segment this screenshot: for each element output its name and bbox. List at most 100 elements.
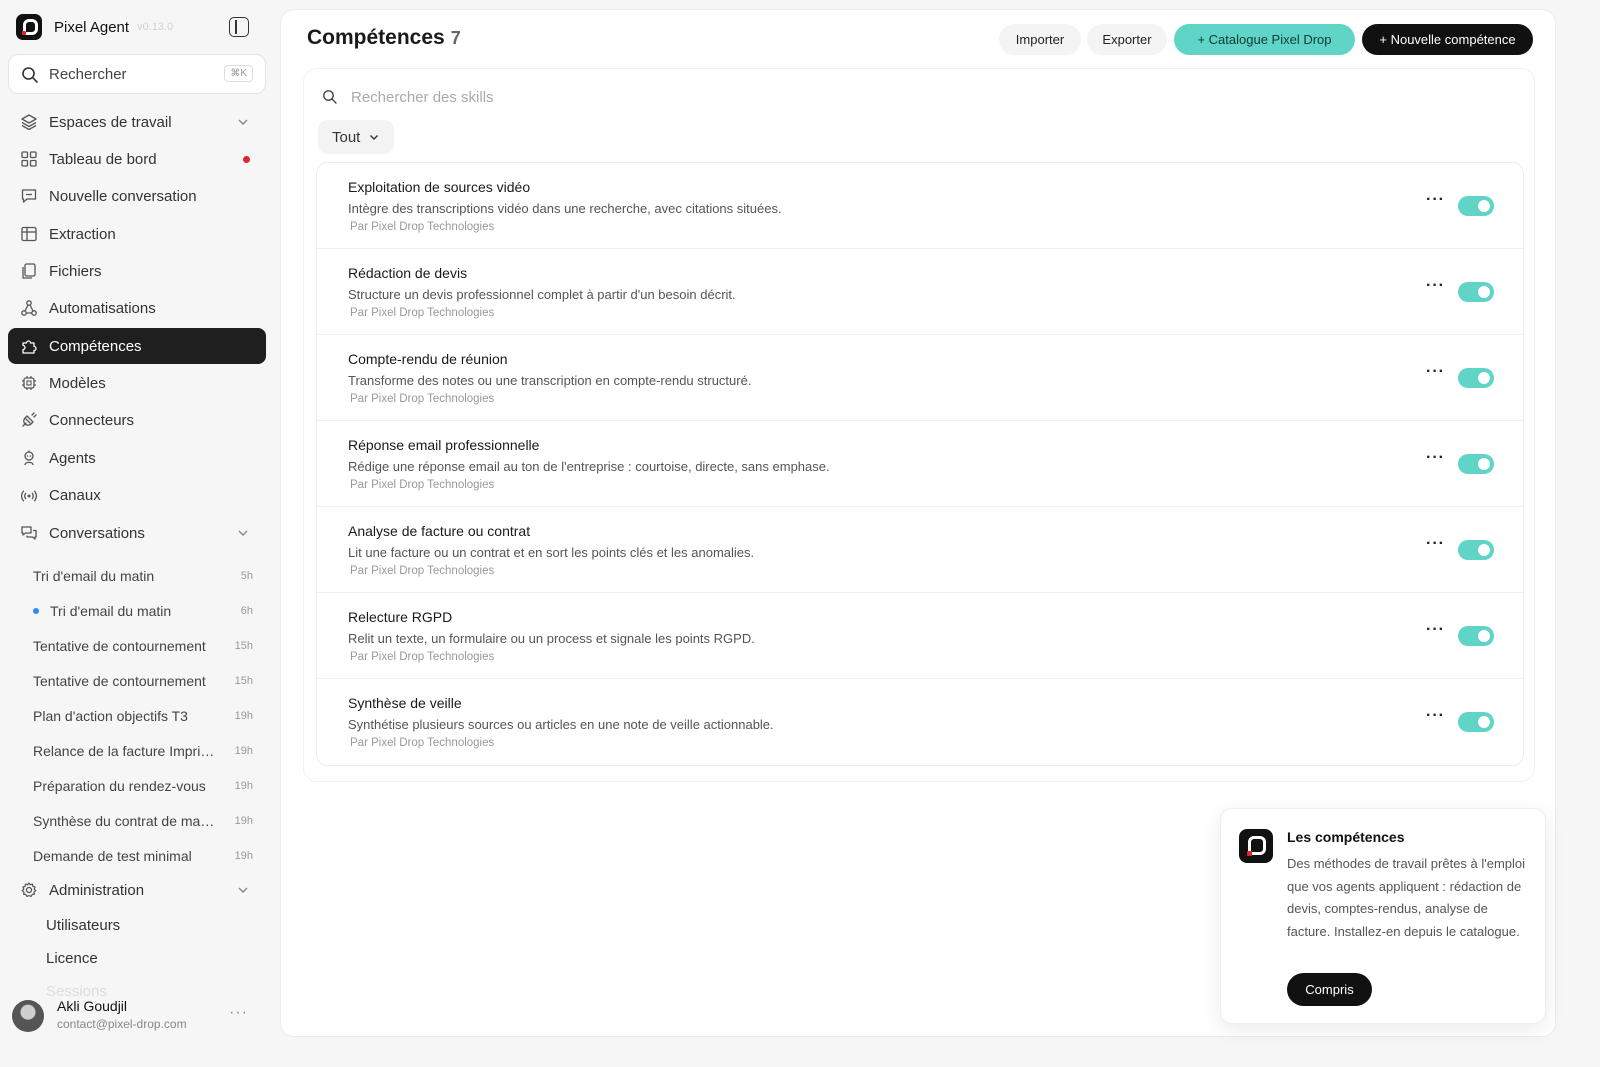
sidebar-item-label: Connecteurs <box>49 411 135 429</box>
skills-panel: Rechercher des skills Tout Exploitation … <box>303 68 1535 782</box>
app-name: Pixel Agent <box>54 18 130 36</box>
sidebar-item-label: Canaux <box>49 486 101 504</box>
page-title: Compétences 7 <box>307 26 461 49</box>
gear-icon <box>21 882 37 898</box>
skills-search-input[interactable]: Rechercher des skills <box>322 87 922 111</box>
export-button[interactable]: Exporter <box>1087 24 1167 55</box>
skill-enabled-toggle[interactable] <box>1458 712 1494 732</box>
app-version: v0.13.0 <box>137 21 174 33</box>
more-icon[interactable]: ··· <box>1426 449 1445 467</box>
sidebar-item-label: Agents <box>49 449 96 467</box>
table-icon <box>21 226 37 242</box>
chevron-down-icon[interactable] <box>236 526 250 540</box>
skill-author: Par Pixel Drop Technologies <box>350 307 495 319</box>
sidebar-item-dashboard[interactable]: Tableau de bord <box>8 141 266 177</box>
skill-description: Transforme des notes ou une transcriptio… <box>348 373 752 388</box>
skills-list: Exploitation de sources vidéo Intègre de… <box>316 162 1524 766</box>
radio-icon <box>20 490 38 502</box>
conversation-item[interactable]: Plan d'action objectifs T3 19h <box>33 704 253 728</box>
sidebar-item-label: Extraction <box>49 225 116 243</box>
sidebar-item-models[interactable]: Modèles <box>8 365 266 401</box>
skill-row[interactable]: Rédaction de devis Structure un devis pr… <box>317 249 1523 335</box>
sidebar-item-label: Modèles <box>49 374 106 392</box>
skill-name: Analyse de facture ou contrat <box>348 523 531 539</box>
sidebar-item-skills[interactable]: Compétences <box>8 328 266 364</box>
more-icon[interactable]: ··· <box>1426 707 1445 725</box>
sidebar-item-administration[interactable]: Administration <box>8 872 266 908</box>
sidebar-item-connectors[interactable]: Connecteurs <box>8 402 266 438</box>
user-profile[interactable]: Akli Goudjil contact@pixel-drop.com ··· <box>12 998 266 1034</box>
sidebar-item-extraction[interactable]: Extraction <box>8 216 266 252</box>
skill-row[interactable]: Synthèse de veille Synthétise plusieurs … <box>317 679 1523 765</box>
tip-dismiss-button[interactable]: Compris <box>1287 973 1372 1006</box>
skill-enabled-toggle[interactable] <box>1458 282 1494 302</box>
tip-title: Les compétences <box>1287 829 1405 845</box>
skill-name: Synthèse de veille <box>348 695 462 711</box>
search-placeholder: Rechercher des skills <box>351 89 494 106</box>
skill-enabled-toggle[interactable] <box>1458 540 1494 560</box>
plug-icon <box>22 412 37 427</box>
sidebar-item-label: Administration <box>49 881 145 899</box>
sidebar-item-new-conversation[interactable]: Nouvelle conversation <box>8 178 266 214</box>
sidebar-item-files[interactable]: Fichiers <box>8 253 266 289</box>
conversation-item[interactable]: Tentative de contournement 15h <box>33 669 253 693</box>
skill-row[interactable]: Analyse de facture ou contrat Lit une fa… <box>317 507 1523 593</box>
more-icon[interactable]: ··· <box>229 1004 248 1022</box>
skill-row[interactable]: Réponse email professionnelle Rédige une… <box>317 421 1523 507</box>
more-icon[interactable]: ··· <box>1426 191 1445 209</box>
more-icon[interactable]: ··· <box>1426 535 1445 553</box>
skill-description: Structure un devis professionnel complet… <box>348 287 736 302</box>
layers-icon <box>21 114 37 131</box>
catalog-button[interactable]: + Catalogue Pixel Drop <box>1174 24 1355 55</box>
conversation-item[interactable]: Tri d'email du matin 6h <box>33 599 253 623</box>
sidebar-item-automations[interactable]: Automatisations <box>8 290 266 326</box>
filter-dropdown[interactable]: Tout <box>318 120 395 154</box>
skill-row[interactable]: Compte-rendu de réunion Transforme des n… <box>317 335 1523 421</box>
skill-name: Compte-rendu de réunion <box>348 351 508 367</box>
skill-enabled-toggle[interactable] <box>1458 626 1494 646</box>
chevron-down-icon[interactable] <box>236 115 250 129</box>
conversation-item[interactable]: Synthèse du contrat de maintenance19h <box>33 809 253 833</box>
skills-tip-card: Les compétences Des méthodes de travail … <box>1220 808 1546 1024</box>
files-icon <box>22 263 36 279</box>
conversation-item[interactable]: Tri d'email du matin 5h <box>33 564 253 588</box>
sidebar-toggle-icon[interactable] <box>229 17 249 37</box>
conversation-item[interactable]: Relance de la facture Imprimerie 19h <box>33 739 253 763</box>
sidebar-item-agents[interactable]: Agents <box>8 440 266 476</box>
app-logo-icon <box>16 14 42 40</box>
sidebar-item-label: Compétences <box>49 337 142 355</box>
search-label: Rechercher <box>49 66 127 83</box>
sidebar-item-conversations[interactable]: Conversations <box>8 515 266 551</box>
conversation-item[interactable]: Tentative de contournement 15h <box>33 634 253 658</box>
sidebar-item-license[interactable]: Licence <box>46 950 98 967</box>
skills-count: 7 <box>450 28 461 48</box>
skill-description: Synthétise plusieurs sources ou articles… <box>348 717 774 732</box>
sidebar-search[interactable]: Rechercher ⌘K <box>8 54 266 94</box>
skill-row[interactable]: Exploitation de sources vidéo Intègre de… <box>317 163 1523 249</box>
bot-icon <box>24 450 34 466</box>
skill-enabled-toggle[interactable] <box>1458 196 1494 216</box>
grid-icon <box>21 151 37 167</box>
notification-dot <box>243 156 250 163</box>
import-button[interactable]: Importer <box>999 24 1081 55</box>
more-icon[interactable]: ··· <box>1426 621 1445 639</box>
conversation-item[interactable]: Demande de test minimal 19h <box>33 844 253 868</box>
new-skill-button[interactable]: + Nouvelle compétence <box>1362 24 1533 55</box>
sidebar-item-workspaces[interactable]: Espaces de travail <box>8 104 266 140</box>
skill-name: Réponse email professionnelle <box>348 437 540 453</box>
more-icon[interactable]: ··· <box>1426 363 1445 381</box>
more-icon[interactable]: ··· <box>1426 277 1445 295</box>
sidebar-item-users[interactable]: Utilisateurs <box>46 917 120 934</box>
skill-row[interactable]: Relecture RGPD Relit un texte, un formul… <box>317 593 1523 679</box>
skill-author: Par Pixel Drop Technologies <box>350 393 495 405</box>
puzzle-icon <box>22 340 37 354</box>
chevron-down-icon[interactable] <box>236 883 250 897</box>
brand[interactable]: Pixel Agent v0.13.0 <box>16 14 173 40</box>
user-name: Akli Goudjil <box>57 998 128 1014</box>
sidebar-item-channels[interactable]: Canaux <box>8 477 266 513</box>
search-icon <box>22 67 38 83</box>
skill-enabled-toggle[interactable] <box>1458 454 1494 474</box>
conversation-item[interactable]: Préparation du rendez-vous 19h <box>33 774 253 798</box>
chip-icon <box>22 376 36 390</box>
skill-enabled-toggle[interactable] <box>1458 368 1494 388</box>
